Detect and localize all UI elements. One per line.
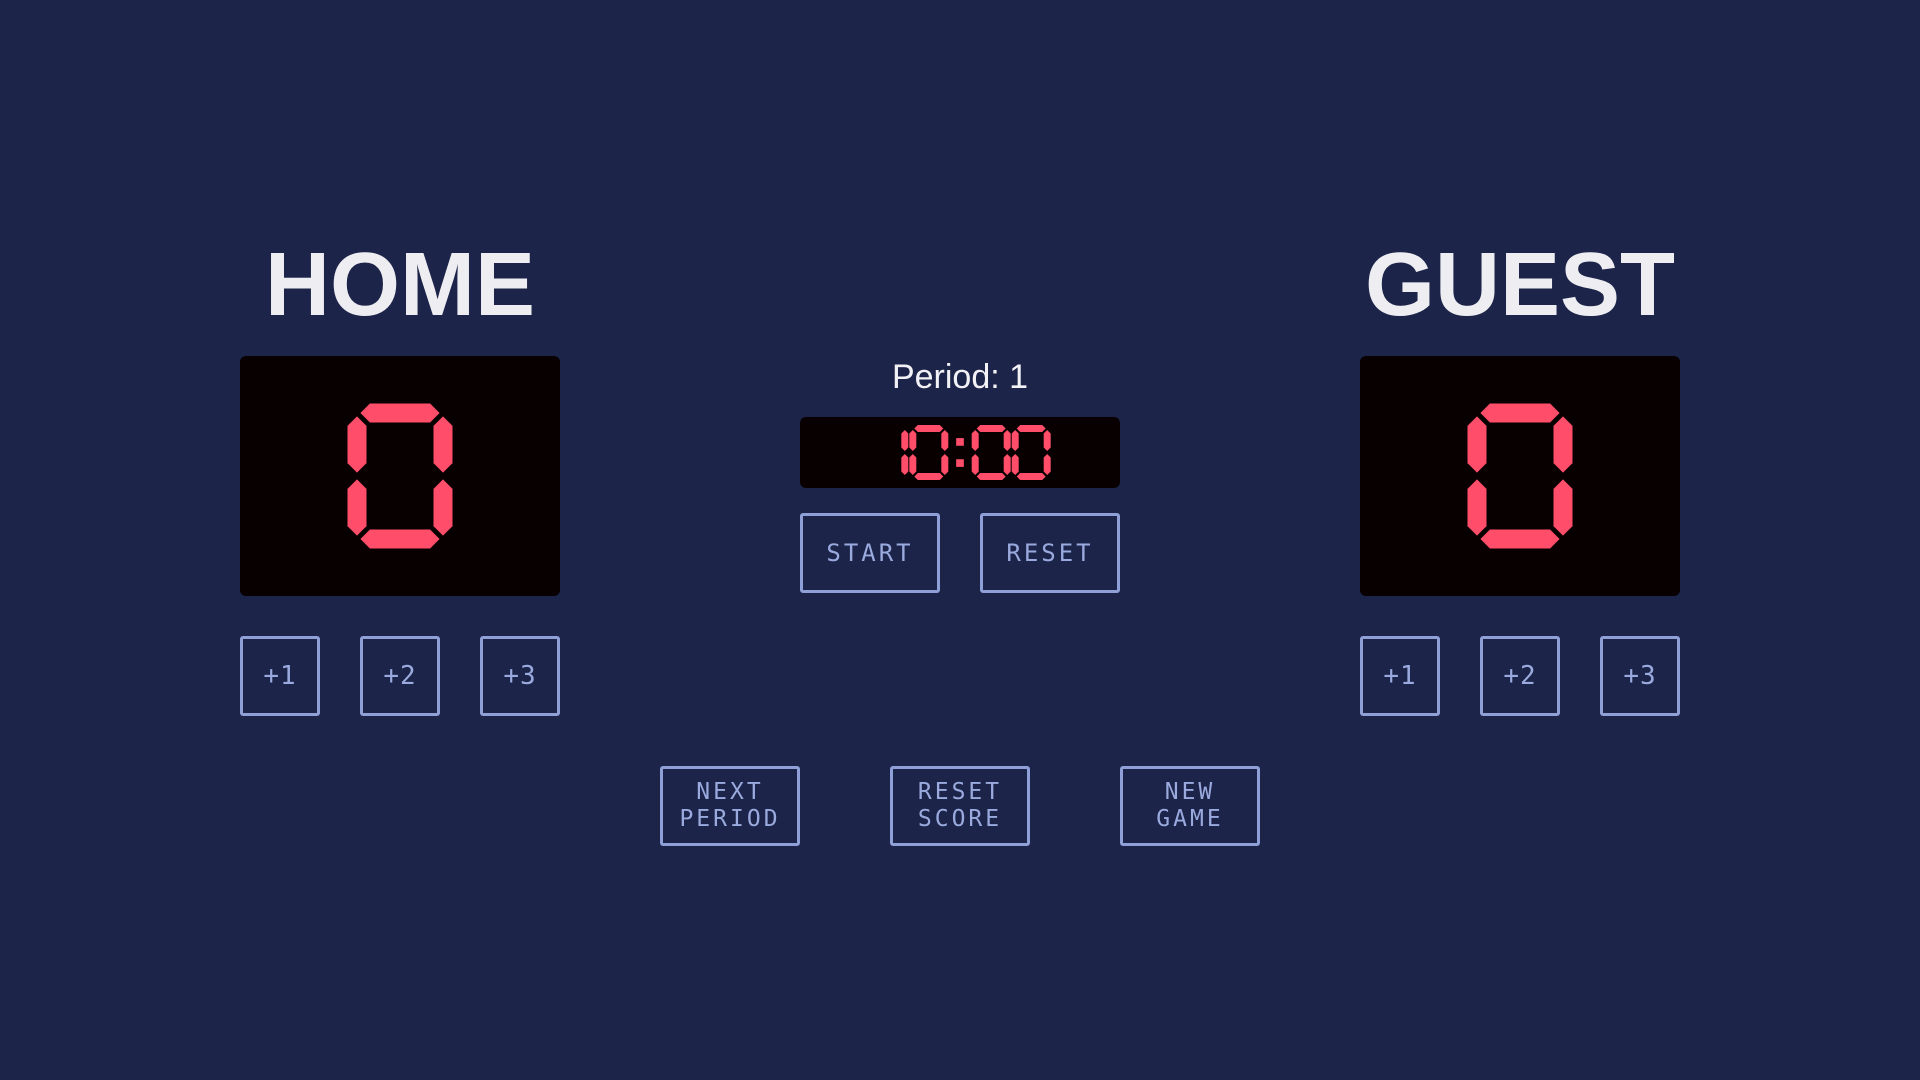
segment-f: [909, 430, 917, 451]
segment-b: [1553, 416, 1573, 473]
home-score-digits: [347, 403, 453, 549]
next-period-button[interactable]: NEXT PERIOD: [660, 766, 800, 846]
segment-f: [971, 430, 979, 451]
guest-add-1-button[interactable]: +1: [1360, 636, 1440, 716]
next-period-label-line2: PERIOD: [679, 806, 781, 832]
segment-e: [971, 454, 979, 475]
segment-d: [976, 473, 1006, 480]
segment-c: [1043, 454, 1051, 475]
guest-team-name: GUEST: [1364, 235, 1676, 335]
segment-b: [901, 430, 909, 451]
segment-c: [901, 454, 909, 475]
home-add-3-button[interactable]: +3: [480, 636, 560, 716]
segment-f: [347, 416, 367, 473]
new-game-label-line2: GAME: [1156, 806, 1224, 832]
next-period-label-line1: NEXT: [696, 779, 764, 805]
segment-a: [1480, 403, 1560, 423]
segment-e: [1011, 454, 1019, 475]
digit-0: [971, 425, 1011, 480]
game-clock-digits: [901, 425, 1051, 480]
start-button[interactable]: START: [800, 513, 940, 593]
colon-dot: [956, 438, 964, 446]
digit-0: [1011, 425, 1051, 480]
scoreboard: HOME GUEST Period: 1 START RESET +1 +2 +…: [0, 0, 1920, 1080]
guest-add-2-button[interactable]: +2: [1480, 636, 1560, 716]
segment-d: [1480, 529, 1560, 549]
reset-clock-button[interactable]: RESET: [980, 513, 1120, 593]
colon-dot: [956, 459, 964, 467]
home-team-name: HOME: [265, 235, 535, 335]
new-game-button[interactable]: NEW GAME: [1120, 766, 1260, 846]
segment-a: [976, 425, 1006, 432]
segment-b: [1043, 430, 1051, 451]
home-score-display: [240, 356, 560, 596]
segment-d: [1016, 473, 1046, 480]
segment-c: [433, 479, 453, 536]
guest-score-display: [1360, 356, 1680, 596]
segment-e: [1467, 479, 1487, 536]
period-label: Period: 1: [891, 358, 1029, 396]
home-add-2-button[interactable]: +2: [360, 636, 440, 716]
digit-0: [1467, 403, 1573, 549]
digit-0: [347, 403, 453, 549]
new-game-label-line1: NEW: [1164, 779, 1216, 805]
segment-d: [914, 473, 944, 480]
segment-f: [1011, 430, 1019, 451]
segment-a: [360, 403, 440, 423]
segment-a: [914, 425, 944, 432]
digit-0: [909, 425, 949, 480]
guest-score-digits: [1467, 403, 1573, 549]
segment-d: [360, 529, 440, 549]
reset-score-label-line2: SCORE: [917, 806, 1003, 832]
digit-1: [901, 430, 909, 475]
home-add-1-button[interactable]: +1: [240, 636, 320, 716]
segment-b: [1003, 430, 1011, 451]
segment-c: [1003, 454, 1011, 475]
game-clock-display: [800, 417, 1120, 488]
reset-score-button[interactable]: RESET SCORE: [890, 766, 1030, 846]
segment-e: [347, 479, 367, 536]
segment-f: [1467, 416, 1487, 473]
segment-c: [941, 454, 949, 475]
segment-c: [1553, 479, 1573, 536]
segment-b: [433, 416, 453, 473]
reset-score-label-line1: RESET: [917, 779, 1003, 805]
guest-add-3-button[interactable]: +3: [1600, 636, 1680, 716]
segment-a: [1016, 425, 1046, 432]
segment-e: [909, 454, 917, 475]
segment-b: [941, 430, 949, 451]
